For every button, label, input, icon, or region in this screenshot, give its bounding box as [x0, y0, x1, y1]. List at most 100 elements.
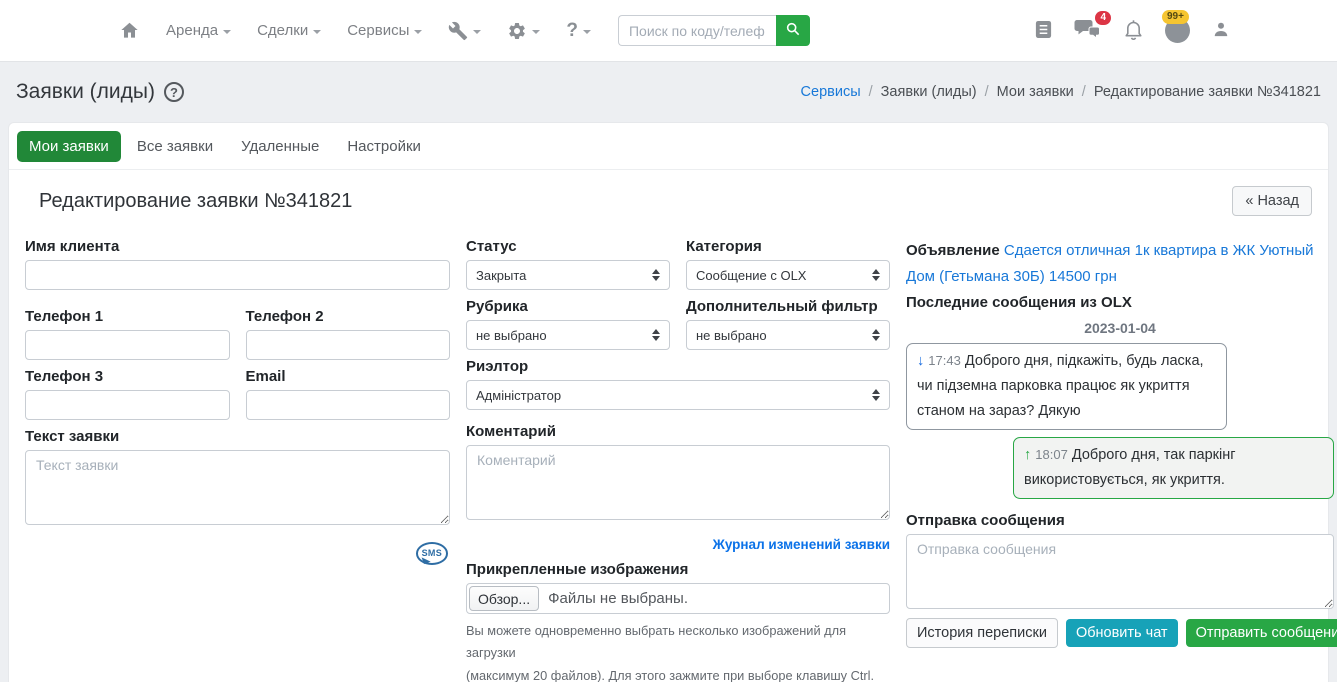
chevron-down-icon — [414, 30, 422, 34]
chevron-down-icon — [223, 30, 231, 34]
category-label: Категория — [686, 238, 890, 255]
chat-date: 2023-01-04 — [906, 320, 1334, 336]
phone2-label: Телефон 2 — [246, 308, 451, 325]
client-column: Имя клиента Телефон 1 Телефон 2 Телефон … — [25, 238, 450, 682]
counter-avatar-button[interactable]: 99+ — [1165, 18, 1190, 43]
journal-button[interactable] — [1034, 19, 1053, 43]
phone3-input[interactable] — [25, 390, 230, 420]
tab-all-requests[interactable]: Все заявки — [125, 131, 225, 162]
bell-icon — [1123, 18, 1144, 44]
extra-filter-label: Дополнительный фильтр — [686, 298, 890, 315]
select-arrows-icon — [652, 269, 660, 281]
comment-label: Коментарий — [466, 423, 890, 440]
breadcrumb-separator: / — [1082, 84, 1086, 100]
phone1-label: Телефон 1 — [25, 308, 230, 325]
params-column: Статус Закрыта Категория Сообщение с OLX — [466, 238, 890, 682]
page-title: Заявки (лиды) — [16, 80, 155, 104]
help-icon: ? — [566, 20, 578, 42]
client-name-input[interactable] — [25, 260, 450, 290]
email-label: Email — [246, 368, 451, 385]
images-hint-line1: Вы можете одновременно выбрать несколько… — [466, 620, 890, 665]
menu-sdelki[interactable]: Сделки — [244, 22, 334, 39]
realtor-label: Риэлтор — [466, 358, 890, 375]
realtor-select[interactable]: Адміністратор — [466, 380, 890, 410]
rubric-select[interactable]: не выбрано — [466, 320, 670, 350]
gear-icon — [507, 21, 527, 41]
menu-arenda-label: Аренда — [166, 22, 218, 39]
select-arrows-icon — [652, 329, 660, 341]
notifications-button[interactable] — [1123, 18, 1144, 44]
sms-icon[interactable]: SMS — [416, 542, 448, 565]
navbar-search — [618, 15, 810, 46]
select-arrows-icon — [872, 389, 880, 401]
ad-line: Объявление Сдается отличная 1к квартира … — [906, 238, 1334, 289]
breadcrumb-item: Заявки (лиды) — [881, 84, 977, 100]
browse-button[interactable]: Обзор... — [469, 586, 539, 611]
tab-settings[interactable]: Настройки — [335, 131, 433, 162]
menu-arenda[interactable]: Аренда — [153, 22, 244, 39]
email-input[interactable] — [246, 390, 451, 420]
main-card: Мои заявки Все заявки Удаленные Настройк… — [8, 122, 1329, 682]
menu-settings[interactable] — [494, 21, 553, 41]
journal-link[interactable]: Журнал изменений заявки — [713, 537, 890, 552]
send-message-button[interactable]: Отправить сообщение — [1186, 619, 1337, 647]
history-button[interactable]: История переписки — [906, 618, 1058, 648]
counter-badge: 99+ — [1162, 10, 1189, 24]
status-select[interactable]: Закрыта — [466, 260, 670, 290]
message-time: 18:07 — [1035, 447, 1068, 462]
phone1-input[interactable] — [25, 330, 230, 360]
ad-label: Объявление — [906, 242, 1000, 259]
request-text-label: Текст заявки — [25, 428, 450, 445]
search-icon — [785, 21, 801, 40]
search-button[interactable] — [776, 15, 810, 46]
user-icon — [1211, 19, 1231, 43]
comment-area[interactable] — [466, 445, 890, 520]
tab-deleted[interactable]: Удаленные — [229, 131, 331, 162]
no-files-text: Файлы не выбраны. — [548, 590, 688, 607]
refresh-chat-button[interactable]: Обновить чат — [1066, 619, 1178, 647]
chevron-down-icon — [313, 30, 321, 34]
chevron-down-icon — [532, 30, 540, 34]
chevron-down-icon — [473, 30, 481, 34]
menu-tools[interactable] — [435, 21, 494, 41]
home-icon — [119, 20, 140, 41]
images-label: Прикрепленные изображения — [466, 561, 890, 578]
olx-messages-title: Последние сообщения из OLX — [906, 294, 1334, 311]
menu-servisy-label: Сервисы — [347, 22, 409, 39]
phone3-label: Телефон 3 — [25, 368, 230, 385]
breadcrumb: Сервисы / Заявки (лиды) / Мои заявки / Р… — [801, 84, 1321, 100]
client-name-label: Имя клиента — [25, 238, 450, 255]
tab-my-requests[interactable]: Мои заявки — [17, 131, 121, 162]
chat-message-incoming: ↓ 17:43 Доброго дня, підкажіть, будь лас… — [906, 343, 1227, 430]
phone2-input[interactable] — [246, 330, 451, 360]
send-message-area[interactable] — [906, 534, 1334, 609]
extra-filter-select[interactable]: не выбрано — [686, 320, 890, 350]
profile-button[interactable] — [1211, 19, 1231, 43]
menu-help[interactable]: ? — [553, 20, 604, 42]
tabs-bar: Мои заявки Все заявки Удаленные Настройк… — [9, 131, 1328, 162]
messages-button[interactable]: 4 — [1074, 17, 1102, 44]
breadcrumb-link-servisy[interactable]: Сервисы — [801, 84, 861, 100]
home-button[interactable] — [106, 20, 153, 41]
search-input[interactable] — [618, 15, 776, 46]
category-select[interactable]: Сообщение с OLX — [686, 260, 890, 290]
category-value: Сообщение с OLX — [696, 268, 872, 283]
rubric-value: не выбрано — [476, 328, 652, 343]
send-message-label: Отправка сообщения — [906, 512, 1334, 529]
incoming-arrow-icon: ↓ — [917, 353, 924, 369]
select-arrows-icon — [872, 269, 880, 281]
file-input[interactable]: Обзор... Файлы не выбраны. — [466, 583, 890, 614]
images-hint-line2: (максимум 20 файлов). Для этого зажмите … — [466, 665, 890, 682]
back-button[interactable]: « Назад — [1232, 186, 1312, 216]
breadcrumb-separator: / — [985, 84, 989, 100]
request-text-area[interactable] — [25, 450, 450, 525]
menu-servisy[interactable]: Сервисы — [334, 22, 435, 39]
page-help-icon[interactable]: ? — [164, 82, 184, 102]
journal-icon — [1034, 19, 1053, 43]
realtor-value: Адміністратор — [476, 388, 872, 403]
form-heading: Редактирование заявки №341821 — [39, 190, 352, 213]
images-hint: Вы можете одновременно выбрать несколько… — [466, 620, 890, 682]
olx-column: Объявление Сдается отличная 1к квартира … — [906, 238, 1334, 682]
top-navbar: Аренда Сделки Сервисы ? — [0, 0, 1337, 62]
outgoing-arrow-icon: ↑ — [1024, 447, 1031, 463]
